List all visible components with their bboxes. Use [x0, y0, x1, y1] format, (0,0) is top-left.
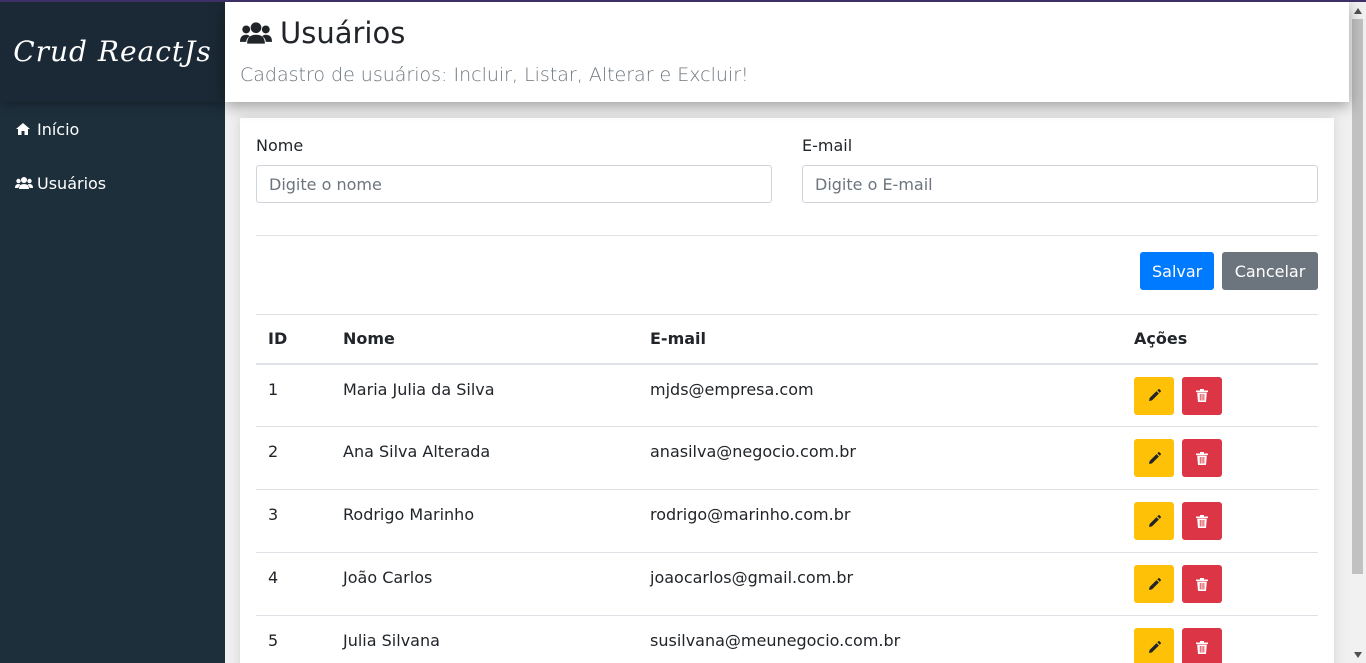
cell-actions — [1122, 615, 1318, 663]
user-form: Nome E-mail — [256, 134, 1318, 203]
cell-email: susilvana@meunegocio.com.br — [638, 615, 1122, 663]
cell-id: 1 — [256, 363, 331, 427]
delete-button[interactable] — [1182, 376, 1222, 415]
sidebar-item-inicio[interactable]: Início — [0, 116, 225, 142]
table-row: 1 Maria Julia da Silva mjds@empresa.com — [256, 363, 1318, 427]
column-header-nome: Nome — [331, 314, 638, 365]
cell-email: mjds@empresa.com — [638, 363, 1122, 427]
delete-button[interactable] — [1182, 628, 1222, 663]
pencil-icon — [1148, 577, 1161, 591]
home-icon — [15, 122, 33, 136]
sidebar-item-label: Usuários — [37, 173, 107, 193]
edit-button[interactable] — [1134, 502, 1174, 540]
sidebar-item-usuarios[interactable]: Usuários — [0, 170, 225, 196]
sidebar-nav: Início Usuários — [0, 102, 225, 196]
table-row: 2 Ana Silva Alterada anasilva@negocio.com.… — [256, 426, 1318, 490]
sidebar: Crud ReactJs Início Usuários — [0, 0, 225, 663]
table-row: 4 João Carlos joaocarlos@gmail.com.br — [256, 552, 1318, 616]
app-logo[interactable]: Crud ReactJs — [13, 35, 212, 68]
pencil-icon — [1148, 640, 1161, 654]
cell-actions — [1122, 489, 1318, 553]
pencil-icon — [1148, 514, 1161, 528]
page-title-row: Usuários — [240, 16, 1349, 50]
cell-actions — [1122, 552, 1318, 616]
cell-id: 2 — [256, 426, 331, 490]
email-form-group: E-mail — [802, 134, 1318, 203]
table-body: 1 Maria Julia da Silva mjds@empresa.com 2 An… — [256, 363, 1318, 663]
table-header: ID Nome E-mail Ações — [256, 314, 1318, 365]
cell-actions — [1122, 363, 1318, 427]
column-header-acoes: Ações — [1122, 314, 1318, 365]
trash-icon — [1196, 514, 1208, 528]
table-row: 3 Rodrigo Marinho rodrigo@marinho.com.br — [256, 489, 1318, 553]
main-content: Nome E-mail Salvar Cancelar ID Nome E-ma… — [225, 102, 1349, 663]
users-table: ID Nome E-mail Ações 1 Maria Julia da Sil… — [256, 314, 1318, 663]
users-icon — [240, 19, 272, 47]
page-header: Usuários Cadastro de usuários: Incluir, … — [225, 2, 1349, 102]
cell-nome: Maria Julia da Silva — [331, 363, 638, 427]
page-subtitle: Cadastro de usuários: Incluir, Listar, A… — [240, 64, 749, 86]
users-icon — [15, 176, 33, 190]
sidebar-item-label: Início — [37, 119, 80, 139]
name-label: Nome — [256, 136, 304, 155]
cell-nome: João Carlos — [331, 552, 638, 616]
email-input[interactable] — [802, 165, 1318, 203]
cell-nome: Julia Silvana — [331, 615, 638, 663]
trash-icon — [1196, 451, 1208, 465]
edit-button[interactable] — [1134, 628, 1174, 663]
table-row: 5 Julia Silvana susilvana@meunegocio.com.b… — [256, 615, 1318, 663]
cell-nome: Ana Silva Alterada — [331, 426, 638, 490]
cell-email: joaocarlos@gmail.com.br — [638, 552, 1122, 616]
email-label: E-mail — [802, 136, 853, 155]
cell-id: 5 — [256, 615, 331, 663]
column-header-id: ID — [256, 314, 331, 365]
logo-area: Crud ReactJs — [0, 0, 225, 102]
trash-icon — [1196, 640, 1208, 654]
delete-button[interactable] — [1182, 439, 1222, 477]
cell-actions — [1122, 426, 1318, 490]
cell-nome: Rodrigo Marinho — [331, 489, 638, 553]
save-button[interactable]: Salvar — [1140, 252, 1214, 290]
trash-icon — [1196, 577, 1208, 591]
name-input[interactable] — [256, 165, 772, 203]
column-header-email: E-mail — [638, 314, 1122, 365]
pencil-icon — [1148, 451, 1161, 465]
edit-button[interactable] — [1134, 565, 1174, 603]
pencil-icon — [1148, 389, 1161, 402]
cell-email: anasilva@negocio.com.br — [638, 426, 1122, 490]
cell-id: 4 — [256, 552, 331, 616]
scrollbar-thumb[interactable] — [1352, 19, 1363, 574]
user-crud-card: Nome E-mail Salvar Cancelar ID Nome E-ma… — [240, 118, 1334, 663]
cell-email: rodrigo@marinho.com.br — [638, 489, 1122, 553]
form-actions: Salvar Cancelar — [256, 252, 1318, 290]
edit-button[interactable] — [1134, 376, 1174, 415]
delete-button[interactable] — [1182, 502, 1222, 540]
top-accent-line — [0, 0, 1366, 2]
scroll-up-arrow-icon[interactable] — [1349, 2, 1366, 19]
edit-button[interactable] — [1134, 439, 1174, 477]
delete-button[interactable] — [1182, 565, 1222, 603]
page-title: Usuários — [280, 16, 406, 50]
form-divider — [256, 235, 1318, 236]
cell-id: 3 — [256, 489, 331, 553]
name-form-group: Nome — [256, 134, 772, 203]
vertical-scrollbar[interactable] — [1349, 2, 1366, 663]
scroll-down-arrow-icon[interactable] — [1349, 646, 1366, 663]
trash-icon — [1196, 389, 1208, 402]
cancel-button[interactable]: Cancelar — [1222, 252, 1318, 290]
